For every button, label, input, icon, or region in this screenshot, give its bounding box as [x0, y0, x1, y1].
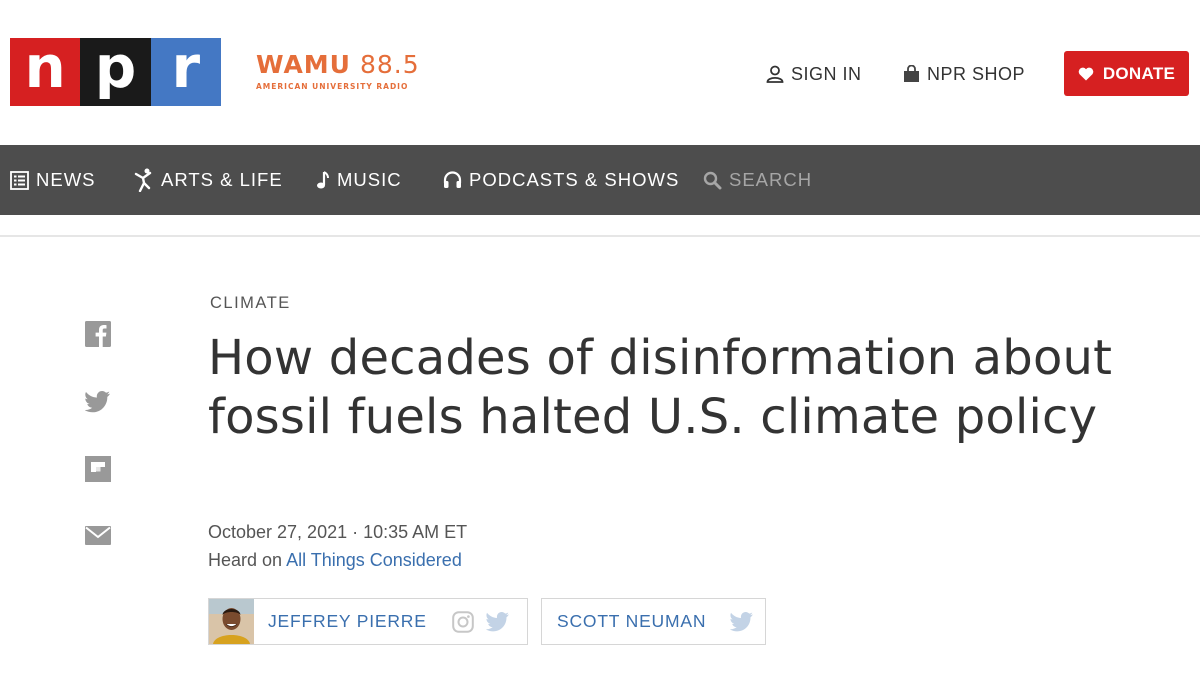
author-name[interactable]: JEFFREY PIERRE — [268, 611, 427, 632]
twitter-icon[interactable] — [85, 391, 111, 413]
news-list-icon — [10, 170, 29, 190]
npr-logo[interactable]: n p r — [10, 38, 221, 106]
heard-on-prefix: Heard on — [208, 550, 287, 570]
heart-icon — [1078, 67, 1094, 80]
heard-on: Heard on All Things Considered — [208, 550, 462, 571]
twitter-icon[interactable] — [730, 611, 754, 632]
facebook-icon[interactable] — [85, 321, 111, 347]
nav-item-podcasts-shows[interactable]: PODCASTS & SHOWS — [443, 145, 679, 215]
music-note-icon — [317, 171, 329, 189]
nav-item-music[interactable]: MUSIC — [316, 145, 402, 215]
logo-letter-n: n — [10, 38, 81, 106]
article-dateline: October 27, 2021 · 10:35 AM ET — [208, 522, 468, 542]
station-call-sign: WAMU — [256, 50, 351, 79]
flipboard-icon[interactable] — [85, 456, 111, 482]
instagram-icon[interactable] — [451, 610, 474, 633]
author-name[interactable]: SCOTT NEUMAN — [557, 611, 706, 632]
dancer-icon — [134, 168, 152, 192]
nav-label: PODCASTS & SHOWS — [469, 169, 680, 190]
twitter-icon[interactable] — [485, 611, 510, 632]
byline-card: JEFFREY PIERRE — [208, 598, 528, 645]
nav-divider — [0, 235, 1200, 237]
donate-button[interactable]: DONATE — [1064, 51, 1189, 96]
sign-in-label: SIGN IN — [791, 63, 862, 84]
user-icon — [766, 65, 784, 83]
email-icon[interactable] — [85, 526, 111, 545]
station-tagline: AMERICAN UNIVERSITY RADIO — [256, 82, 409, 91]
donate-label: DONATE — [1102, 63, 1176, 83]
npr-shop-label: NPR SHOP — [927, 63, 1026, 84]
site-header: n p r WAMU 88.5 AMERICAN UNIVERSITY RADI… — [0, 0, 1200, 145]
headphones-icon — [443, 171, 462, 188]
npr-shop-link[interactable]: NPR SHOP — [903, 60, 1025, 88]
logo-letter-p: p — [80, 38, 151, 106]
station-frequency: 88.5 — [359, 50, 420, 79]
nav-item-arts-life[interactable]: ARTS & LIFE — [134, 145, 283, 215]
nav-item-news[interactable]: NEWS — [10, 145, 96, 215]
search-icon — [703, 171, 722, 189]
article-headline: How decades of disinformation about foss… — [208, 330, 1113, 445]
search-label: SEARCH — [729, 169, 813, 190]
avatar[interactable] — [209, 599, 254, 644]
main-nav: NEWS ARTS & LIFE MUSIC PODCASTS & SHOWS … — [0, 145, 1200, 215]
shopping-bag-icon — [904, 65, 919, 82]
nav-label: ARTS & LIFE — [161, 169, 283, 190]
sign-in-link[interactable]: SIGN IN — [766, 60, 862, 88]
station-logo[interactable]: WAMU 88.5 AMERICAN UNIVERSITY RADIO — [256, 50, 420, 91]
byline-card: SCOTT NEUMAN — [541, 598, 766, 645]
nav-search[interactable]: SEARCH — [703, 145, 812, 215]
logo-letter-r: r — [150, 38, 221, 106]
nav-label: NEWS — [36, 169, 96, 190]
topic-slug[interactable]: CLIMATE — [210, 294, 291, 313]
program-link[interactable]: All Things Considered — [286, 550, 462, 570]
nav-label: MUSIC — [337, 169, 402, 190]
